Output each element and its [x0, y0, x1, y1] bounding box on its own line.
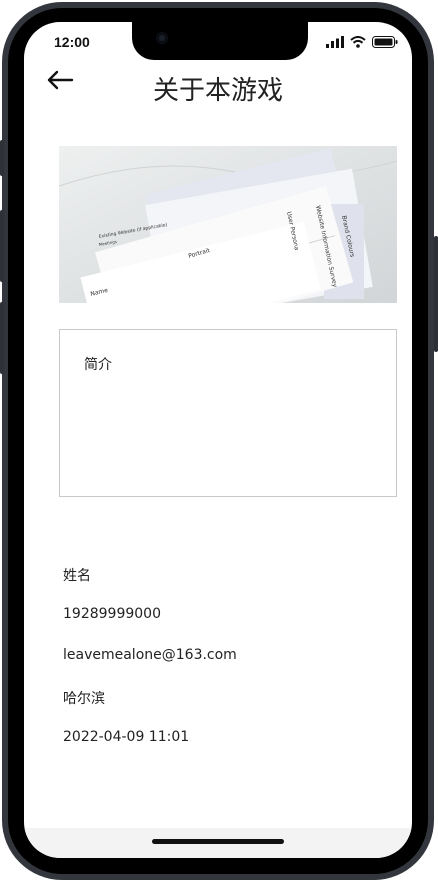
status-time: 12:00: [54, 34, 90, 50]
page-title: 关于本游戏: [152, 76, 283, 106]
wifi-icon: [350, 36, 366, 48]
status-icons: [326, 36, 398, 48]
volume-up-button: [0, 210, 4, 282]
hero-image: Brand Colours Website Information Survey…: [59, 146, 397, 303]
info-city: 哈尔滨: [63, 691, 105, 707]
screen: 12:00 关于本游戏 Brand Colours Website Inform…: [24, 22, 412, 858]
bottom-area: [24, 828, 412, 858]
status-bar: 12:00: [24, 22, 412, 64]
volume-down-button: [0, 302, 4, 374]
info-phone: 19289999000: [63, 606, 161, 622]
signal-icon: [326, 36, 344, 48]
home-indicator[interactable]: [152, 839, 284, 844]
info-name: 姓名: [63, 568, 91, 584]
intro-label: 简介: [84, 357, 112, 373]
info-email: leavemealone@163.com: [63, 647, 237, 663]
battery-icon: [372, 36, 398, 48]
mute-switch: [0, 140, 4, 176]
intro-box: 简介: [59, 329, 397, 497]
camera-icon: [156, 32, 168, 44]
notch: [132, 22, 308, 60]
info-datetime: 2022-04-09 11:01: [63, 729, 190, 745]
page-header: 关于本游戏: [24, 64, 412, 110]
power-button: [434, 236, 438, 352]
